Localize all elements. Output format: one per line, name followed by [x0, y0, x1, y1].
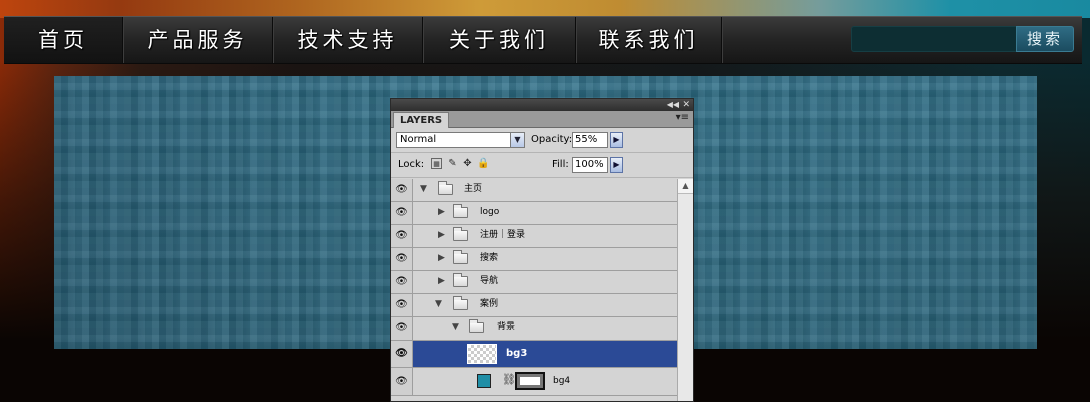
expand-triangle-open-icon[interactable]: ▼: [452, 317, 459, 338]
eye-icon[interactable]: 👁: [391, 248, 413, 270]
layer-name: logo: [480, 207, 500, 217]
folder-icon: [453, 227, 468, 241]
layer-name: 主页: [464, 184, 483, 194]
expand-triangle-open-icon[interactable]: ▼: [420, 179, 427, 200]
lock-brush-icon[interactable]: ✎: [447, 158, 458, 169]
folder-icon: [453, 204, 468, 218]
layer-name: 注册｜登录: [480, 230, 526, 240]
eye-icon[interactable]: 👁: [391, 225, 413, 247]
lock-move-icon[interactable]: ✥: [462, 158, 473, 169]
chain-link-icon[interactable]: ⛓: [502, 372, 516, 388]
layer-group-background[interactable]: 👁 ▼ 背景: [391, 317, 677, 341]
eye-icon[interactable]: 👁: [391, 341, 413, 367]
nav-item-home[interactable]: 首页: [4, 17, 123, 63]
eye-icon[interactable]: 👁: [391, 294, 413, 316]
close-icon[interactable]: ✕: [682, 99, 690, 111]
scroll-up-icon[interactable]: ▲: [678, 179, 693, 194]
layer-bg3[interactable]: 👁 bg3: [391, 341, 677, 368]
panel-titlebar[interactable]: ◀◀ ✕: [391, 99, 693, 111]
layer-group-register-login[interactable]: 👁 ▶ 注册｜登录: [391, 225, 677, 248]
fill-field[interactable]: 100%: [572, 157, 608, 173]
layer-list: 👁 ▼ 主页 👁 ▶ logo 👁 ▶ 注册｜登录 👁 ▶ 搜索 👁 ▶ 导航 …: [391, 179, 677, 401]
eye-icon[interactable]: 👁: [391, 271, 413, 293]
lock-transparency-icon[interactable]: ▦: [431, 158, 442, 169]
layer-name: bg4: [553, 376, 571, 386]
chevron-down-icon[interactable]: ▼: [510, 133, 524, 147]
expand-triangle-icon[interactable]: ▶: [438, 202, 445, 223]
folder-icon: [438, 181, 453, 195]
folder-icon: [453, 250, 468, 264]
layer-thumbnail: [467, 344, 497, 364]
nav-item-products[interactable]: 产品服务: [123, 17, 273, 63]
lock-all-icon[interactable]: 🔒: [477, 158, 489, 169]
fill-slider-button[interactable]: ▶: [610, 157, 623, 173]
blend-mode-value: Normal: [400, 134, 437, 145]
collapse-icon[interactable]: ◀◀: [667, 99, 679, 111]
opacity-label: Opacity:: [531, 134, 573, 145]
eye-icon[interactable]: 👁: [391, 202, 413, 224]
fill-label: Fill:: [552, 159, 569, 170]
lock-fill-row: Lock: ▦ ✎ ✥ 🔒 Fill: 100% ▶: [391, 153, 693, 178]
expand-triangle-icon[interactable]: ▶: [438, 248, 445, 269]
opacity-slider-button[interactable]: ▶: [610, 132, 623, 148]
opacity-field[interactable]: 55%: [572, 132, 608, 148]
folder-icon: [453, 273, 468, 287]
mask-thumbnail[interactable]: [515, 372, 545, 390]
search-input[interactable]: [851, 26, 1017, 52]
eye-icon[interactable]: 👁: [391, 368, 413, 395]
panel-menu-icon[interactable]: ▾≡: [676, 112, 689, 123]
eye-icon[interactable]: 👁: [391, 317, 413, 340]
expand-triangle-icon[interactable]: ▶: [438, 225, 445, 246]
layer-name: 导航: [480, 276, 499, 286]
nav-item-contact[interactable]: 联系我们: [576, 17, 722, 63]
layer-group-navigation[interactable]: 👁 ▶ 导航: [391, 271, 677, 294]
layer-group-logo[interactable]: 👁 ▶ logo: [391, 202, 677, 225]
layer-group-home[interactable]: 👁 ▼ 主页: [391, 179, 677, 202]
layer-bg4[interactable]: 👁 ⛓ bg4: [391, 368, 677, 396]
nav-item-about[interactable]: 关于我们: [423, 17, 576, 63]
layer-group-search[interactable]: 👁 ▶ 搜索: [391, 248, 677, 271]
nav-item-support[interactable]: 技术支持: [273, 17, 423, 63]
layers-panel: ◀◀ ✕ LAYERS ▾≡ Normal ▼ Opacity: 55% ▶ L…: [390, 98, 694, 402]
tab-layers[interactable]: LAYERS: [393, 112, 450, 128]
search-button[interactable]: 搜索: [1016, 26, 1074, 52]
folder-icon: [469, 319, 484, 333]
expand-triangle-icon[interactable]: ▶: [438, 271, 445, 292]
folder-icon: [453, 296, 468, 310]
blend-mode-select[interactable]: Normal ▼: [396, 132, 525, 148]
lock-label: Lock:: [398, 159, 425, 170]
color-swatch: [477, 374, 491, 388]
layer-name: bg3: [506, 348, 528, 359]
layer-group-cases[interactable]: 👁 ▼ 案例: [391, 294, 677, 317]
main-navigation: 首页 产品服务 技术支持 关于我们 联系我们 搜索: [4, 16, 1082, 64]
blend-opacity-row: Normal ▼ Opacity: 55% ▶: [391, 128, 693, 153]
layer-list-scrollbar[interactable]: ▲: [677, 179, 693, 401]
layer-name: 搜索: [480, 253, 499, 263]
layer-name: 背景: [497, 322, 516, 332]
eye-icon[interactable]: 👁: [391, 179, 413, 201]
expand-triangle-open-icon[interactable]: ▼: [435, 294, 442, 315]
layer-name: 案例: [480, 299, 499, 309]
panel-tab-bar: LAYERS ▾≡: [391, 111, 693, 128]
